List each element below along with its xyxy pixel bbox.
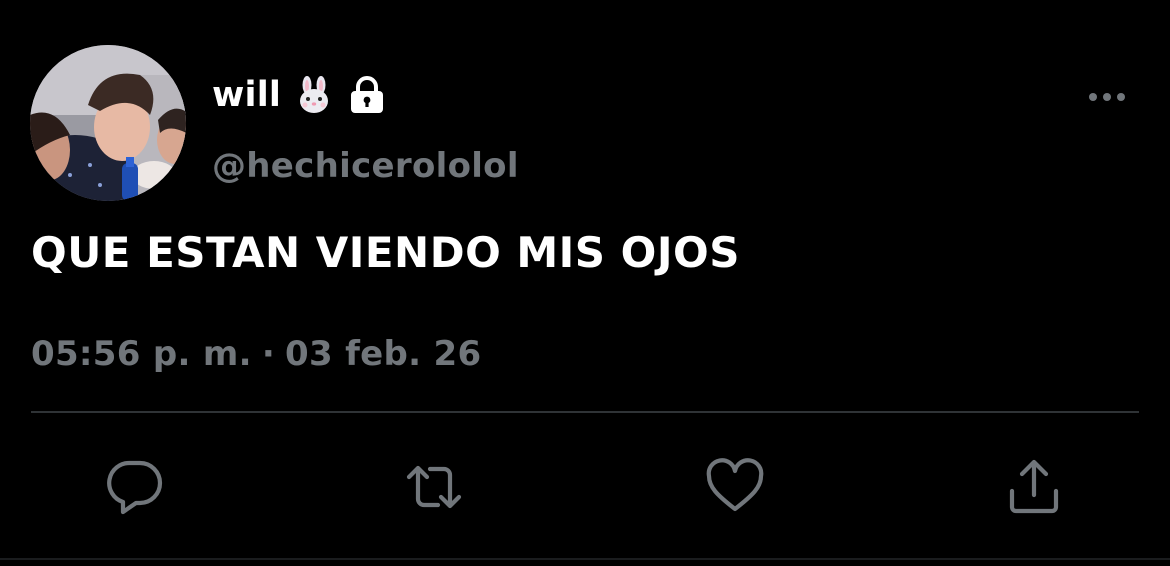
author-name-row: will (212, 72, 387, 118)
retweet-button[interactable] (404, 457, 464, 517)
divider (31, 411, 1139, 413)
lock-icon (347, 75, 387, 115)
avatar[interactable] (30, 45, 186, 201)
bottom-divider (0, 558, 1170, 560)
share-upload-icon (1009, 459, 1059, 514)
like-button[interactable] (705, 457, 765, 517)
rabbit-face-icon (295, 76, 333, 114)
tweet-date: 03 feb. 26 (285, 334, 482, 374)
author-handle[interactable]: @hechicerololol (212, 146, 519, 186)
more-options-button[interactable] (1084, 82, 1130, 112)
more-dots-icon (1089, 93, 1125, 101)
retweet-arrows-icon (406, 465, 462, 509)
speech-bubble-icon (107, 460, 163, 515)
heart-icon (706, 458, 764, 512)
tweet-text: QUE ESTAN VIENDO MIS OJOS (31, 228, 740, 277)
tweet-time: 05:56 p. m. (31, 334, 252, 374)
profile-photo (30, 45, 186, 201)
share-button[interactable] (1004, 457, 1064, 517)
meta-separator: · (261, 334, 276, 374)
reply-button[interactable] (105, 457, 165, 517)
author-display-name[interactable]: will (212, 75, 281, 115)
tweet-timestamp[interactable]: 05:56 p. m. · 03 feb. 26 (31, 334, 481, 374)
